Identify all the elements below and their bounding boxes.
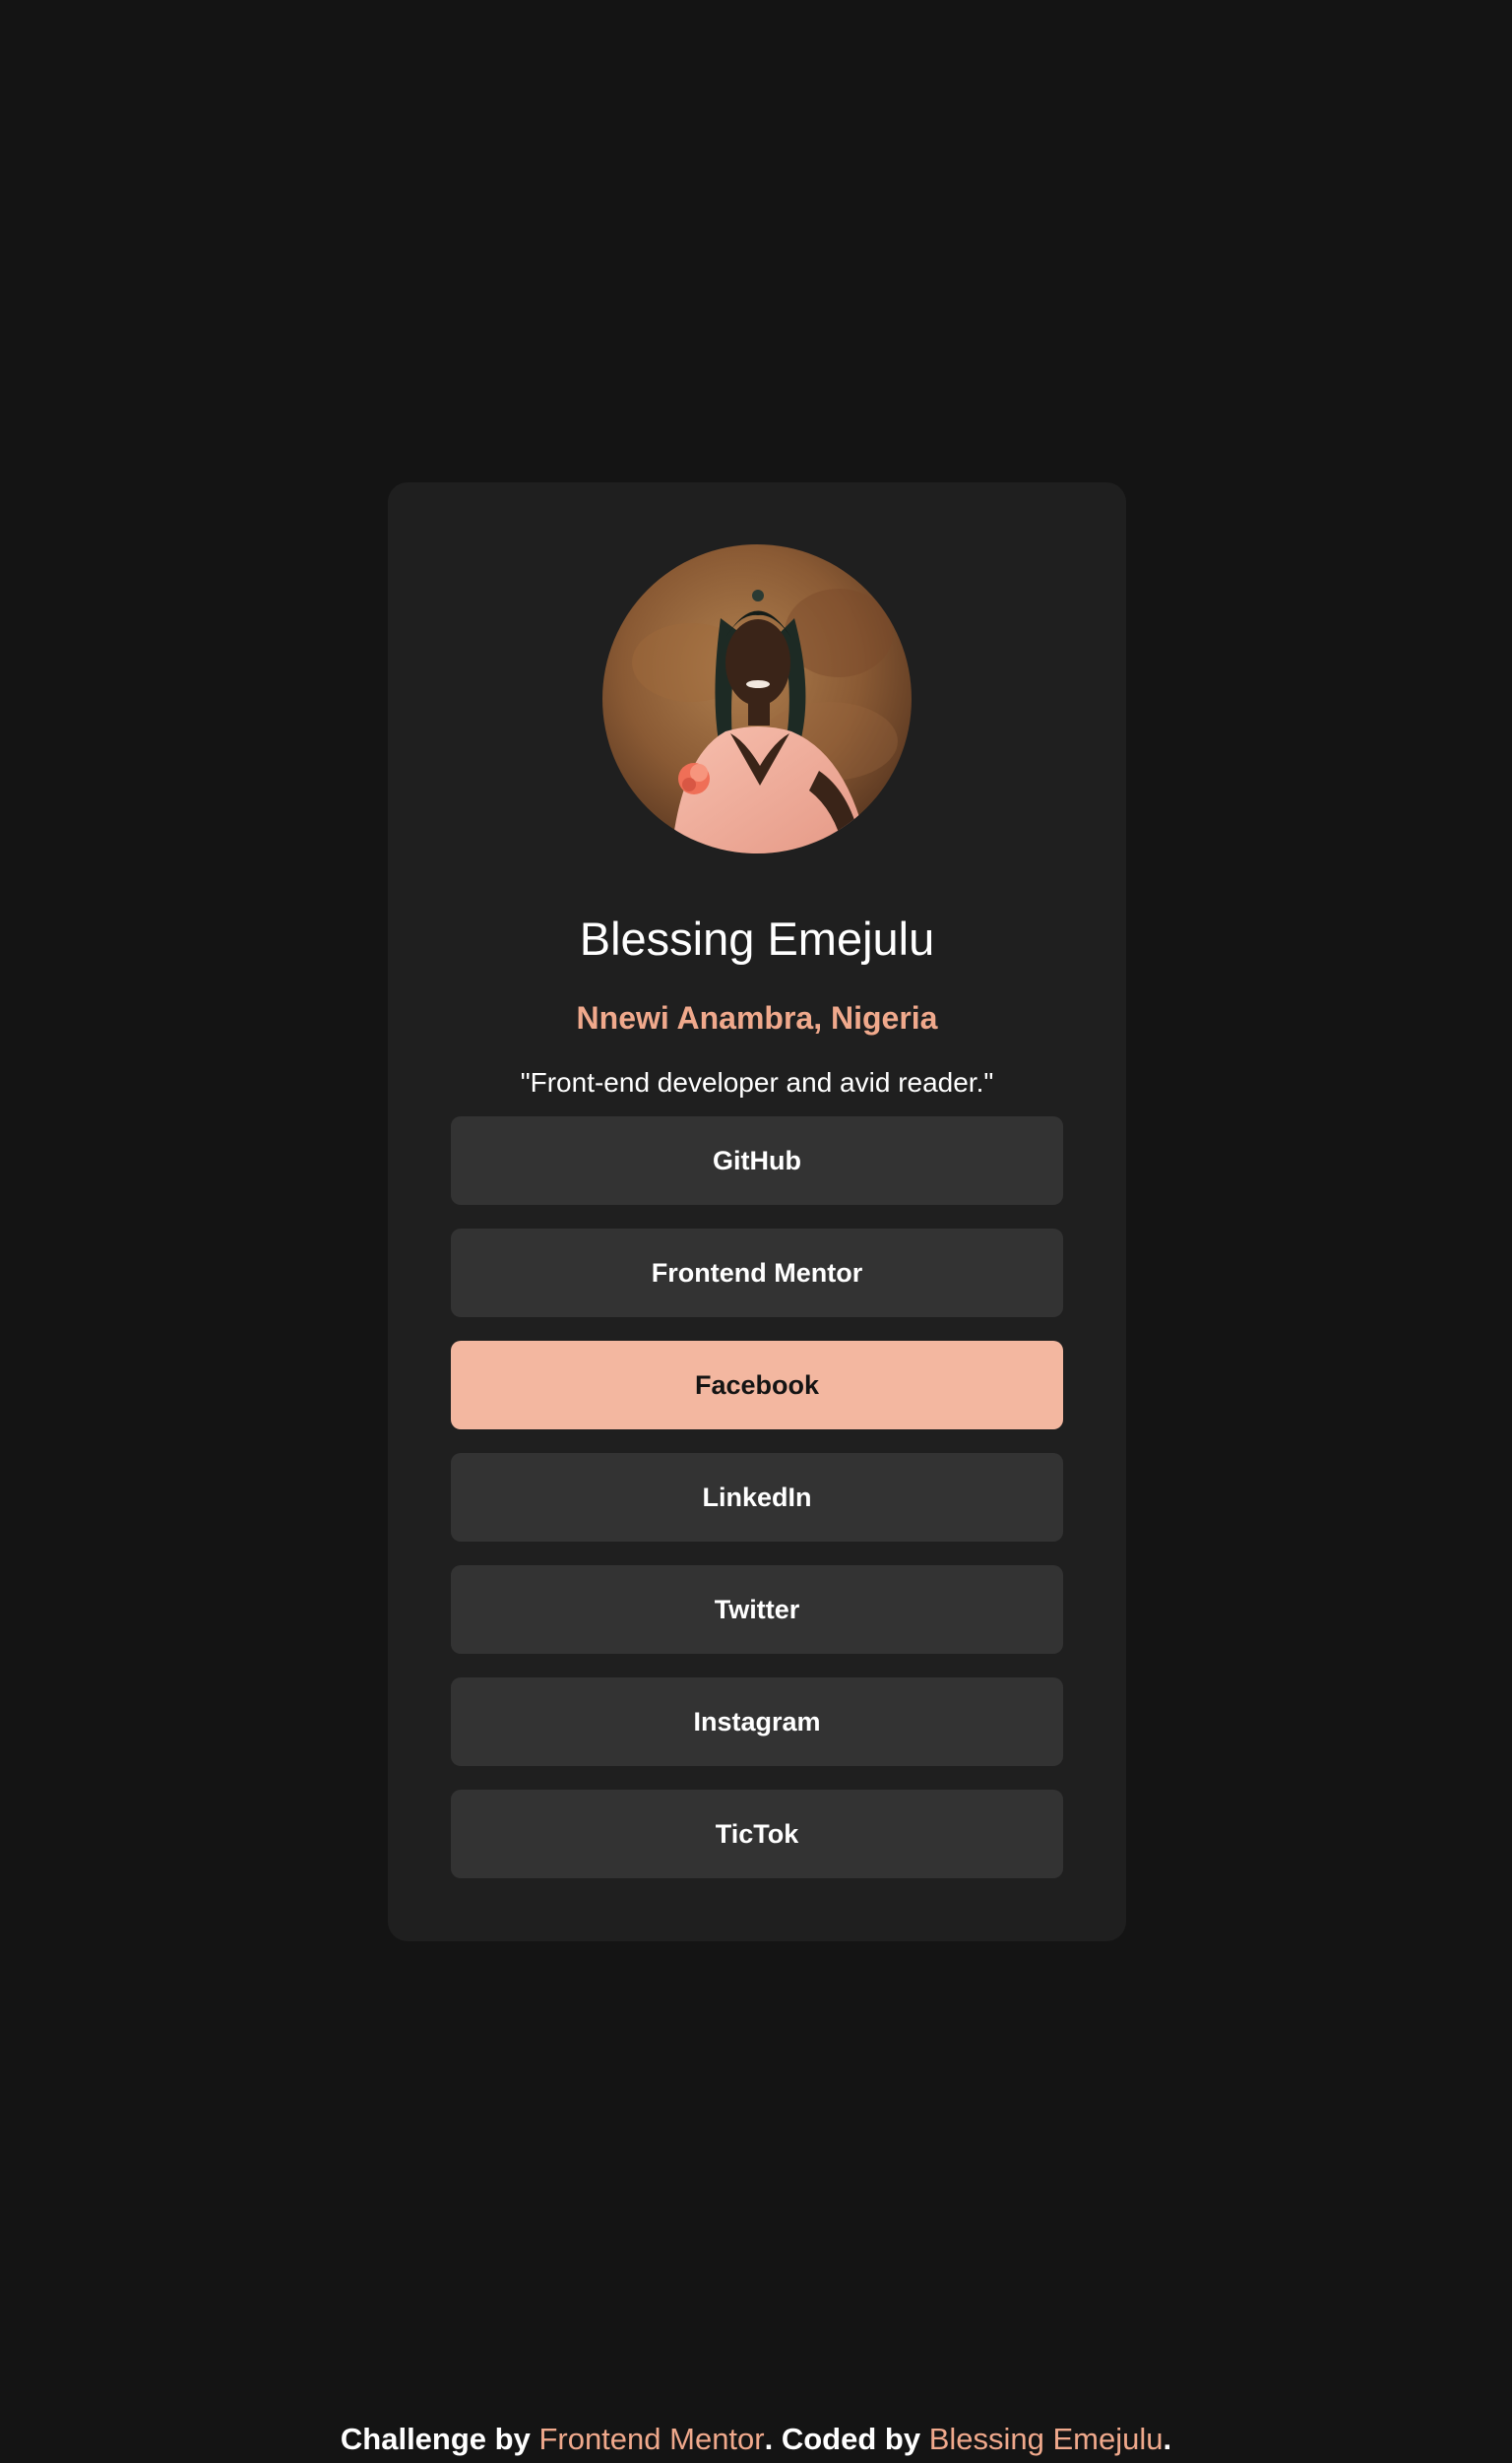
- link-tictok-button[interactable]: TicTok: [451, 1790, 1063, 1878]
- profile-bio: "Front-end developer and avid reader.": [520, 1067, 994, 1098]
- profile-location: Nnewi Anambra, Nigeria: [576, 1000, 938, 1036]
- link-instagram-button[interactable]: Instagram: [451, 1677, 1063, 1766]
- profile-photo-icon: [602, 544, 912, 853]
- link-frontend-mentor-button[interactable]: Frontend Mentor: [451, 1229, 1063, 1317]
- author-link[interactable]: Blessing Emejulu: [929, 2422, 1164, 2456]
- link-twitter-button[interactable]: Twitter: [451, 1565, 1063, 1654]
- page: Blessing Emejulu Nnewi Anambra, Nigeria …: [0, 0, 1512, 2463]
- avatar: [602, 544, 912, 853]
- profile-name: Blessing Emejulu: [579, 913, 935, 966]
- link-github-button[interactable]: GitHub: [451, 1116, 1063, 1205]
- link-facebook-button[interactable]: Facebook: [451, 1341, 1063, 1429]
- social-links-list: GitHub Frontend Mentor Facebook LinkedIn…: [451, 1116, 1063, 1902]
- attribution-footer: Challenge by Frontend Mentor. Coded by B…: [0, 2420, 1512, 2459]
- profile-card: Blessing Emejulu Nnewi Anambra, Nigeria …: [388, 482, 1126, 1941]
- footer-prefix: Challenge by: [340, 2422, 539, 2456]
- footer-suffix: .: [1163, 2422, 1172, 2456]
- frontend-mentor-link[interactable]: Frontend Mentor: [538, 2422, 764, 2456]
- footer-middle: . Coded by: [764, 2422, 929, 2456]
- link-linkedin-button[interactable]: LinkedIn: [451, 1453, 1063, 1542]
